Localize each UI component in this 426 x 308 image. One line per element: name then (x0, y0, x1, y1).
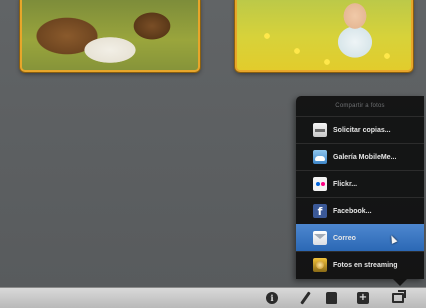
add-icon: + (357, 292, 369, 304)
share-item-order-prints[interactable]: Solicitar copias... (296, 116, 424, 143)
bottom-toolbar: i + (0, 287, 426, 308)
share-item-label: Facebook... (333, 207, 372, 215)
share-menu: Compartir a fotos Solicitar copias... Ga… (296, 96, 424, 286)
flickr-icon (313, 177, 327, 191)
share-item-facebook[interactable]: f Facebook... (296, 197, 424, 224)
share-item-photo-stream[interactable]: Fotos en streaming (296, 251, 424, 278)
share-item-mail[interactable]: Correo (296, 224, 424, 251)
effects-button[interactable] (324, 291, 338, 305)
edit-icon (299, 291, 311, 305)
effects-icon (325, 292, 337, 304)
add-to-button[interactable]: + (356, 291, 370, 305)
mobileme-cloud-icon (313, 150, 327, 164)
facebook-icon: f (313, 204, 327, 218)
share-item-label: Flickr... (333, 180, 358, 188)
mail-icon (313, 231, 327, 245)
share-button[interactable] (391, 290, 406, 305)
share-item-label: Fotos en streaming (333, 261, 398, 269)
share-item-label: Galería MobileMe... (333, 153, 397, 161)
photo-thumbnail-dog-and-child[interactable] (20, 0, 200, 72)
photo-stream-icon (313, 258, 327, 272)
share-menu-title: Compartir a fotos (335, 103, 385, 109)
photo-browser: Compartir a fotos Solicitar copias... Ga… (0, 0, 426, 287)
share-item-flickr[interactable]: Flickr... (296, 170, 424, 197)
info-icon: i (266, 292, 278, 304)
share-item-label: Correo (333, 234, 356, 242)
share-item-mobileme-gallery[interactable]: Galería MobileMe... (296, 143, 424, 170)
mouse-cursor-icon (388, 234, 398, 244)
edit-button[interactable] (298, 291, 312, 305)
info-button[interactable]: i (265, 291, 279, 305)
printer-icon (313, 123, 327, 137)
share-item-label: Solicitar copias... (333, 126, 391, 134)
share-icon (392, 290, 406, 303)
photo-thumbnail-child-in-flowers[interactable] (235, 0, 413, 72)
